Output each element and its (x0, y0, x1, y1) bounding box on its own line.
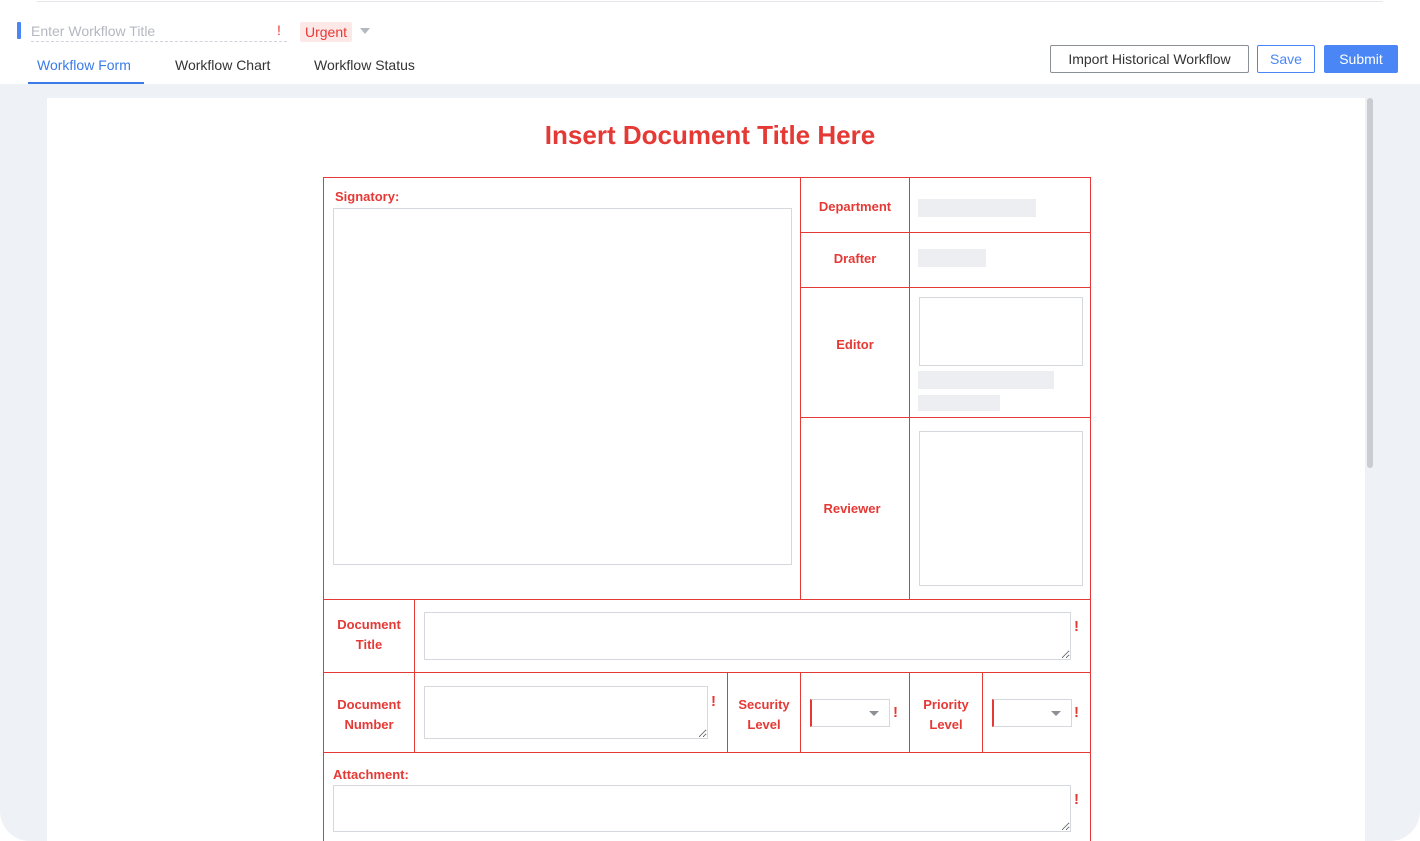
chevron-down-icon (869, 711, 879, 716)
row-divider (800, 232, 1091, 233)
title-accent-bar (17, 22, 21, 39)
security-level-label-line1: Security (738, 697, 790, 712)
document-number-label-line2: Number (344, 717, 394, 732)
drafter-label: Drafter (833, 251, 877, 266)
reviewer-label: Reviewer (823, 501, 881, 516)
priority-level-select[interactable] (992, 699, 1072, 727)
column-divider (414, 599, 415, 752)
column-divider (982, 672, 983, 752)
tab-workflow-form[interactable]: Workflow Form (37, 57, 131, 73)
priority-badge[interactable]: Urgent (300, 22, 353, 42)
document-number-input[interactable] (424, 686, 708, 739)
priority-level-label-line1: Priority (923, 697, 969, 712)
editor-meta-2 (918, 395, 1000, 411)
signatory-field[interactable] (333, 208, 792, 565)
department-value (918, 199, 1036, 217)
row-divider (800, 287, 1091, 288)
department-label: Department (818, 199, 892, 214)
row-divider (323, 752, 1091, 753)
tab-workflow-chart[interactable]: Workflow Chart (175, 57, 270, 73)
document-number-label-line1: Document (337, 697, 401, 712)
document-title-input[interactable] (424, 612, 1071, 660)
row-divider (323, 672, 1091, 673)
save-button[interactable]: Save (1257, 45, 1315, 73)
top-divider (37, 1, 1383, 2)
tab-workflow-status[interactable]: Workflow Status (314, 57, 415, 73)
priority-level-label-line2: Level (929, 717, 963, 732)
drafter-value (918, 249, 986, 267)
document-title-required-mark: ! (1074, 618, 1079, 635)
chevron-down-icon[interactable] (360, 28, 370, 34)
security-level-label-line2: Level (747, 717, 781, 732)
document-title-label-line2: Title (355, 637, 383, 652)
attachment-input[interactable] (333, 785, 1071, 832)
attachment-required-mark: ! (1074, 791, 1079, 808)
editor-field[interactable] (919, 297, 1083, 366)
reviewer-field[interactable] (919, 431, 1083, 586)
editor-label: Editor (836, 337, 874, 352)
import-historical-workflow-button[interactable]: Import Historical Workflow (1050, 45, 1249, 73)
signatory-label: Signatory: (335, 189, 400, 204)
vertical-scrollbar[interactable] (1367, 98, 1373, 468)
row-divider (800, 417, 1091, 418)
column-divider (800, 177, 801, 599)
title-required-mark: ! (277, 22, 281, 38)
chevron-down-icon (1051, 711, 1061, 716)
priority-level-required-mark: ! (1074, 704, 1079, 721)
column-divider (909, 177, 910, 599)
security-level-required-mark: ! (893, 704, 898, 721)
document-heading: Insert Document Title Here (544, 120, 876, 150)
document-number-required-mark: ! (711, 693, 716, 710)
submit-button[interactable]: Submit (1324, 45, 1398, 73)
workflow-title-input[interactable] (31, 21, 287, 42)
column-divider (800, 672, 801, 752)
document-title-label-line1: Document (337, 617, 401, 632)
attachment-label: Attachment: (333, 767, 409, 782)
security-level-select[interactable] (810, 699, 890, 727)
editor-meta-1 (918, 371, 1054, 389)
row-divider (323, 599, 1091, 600)
